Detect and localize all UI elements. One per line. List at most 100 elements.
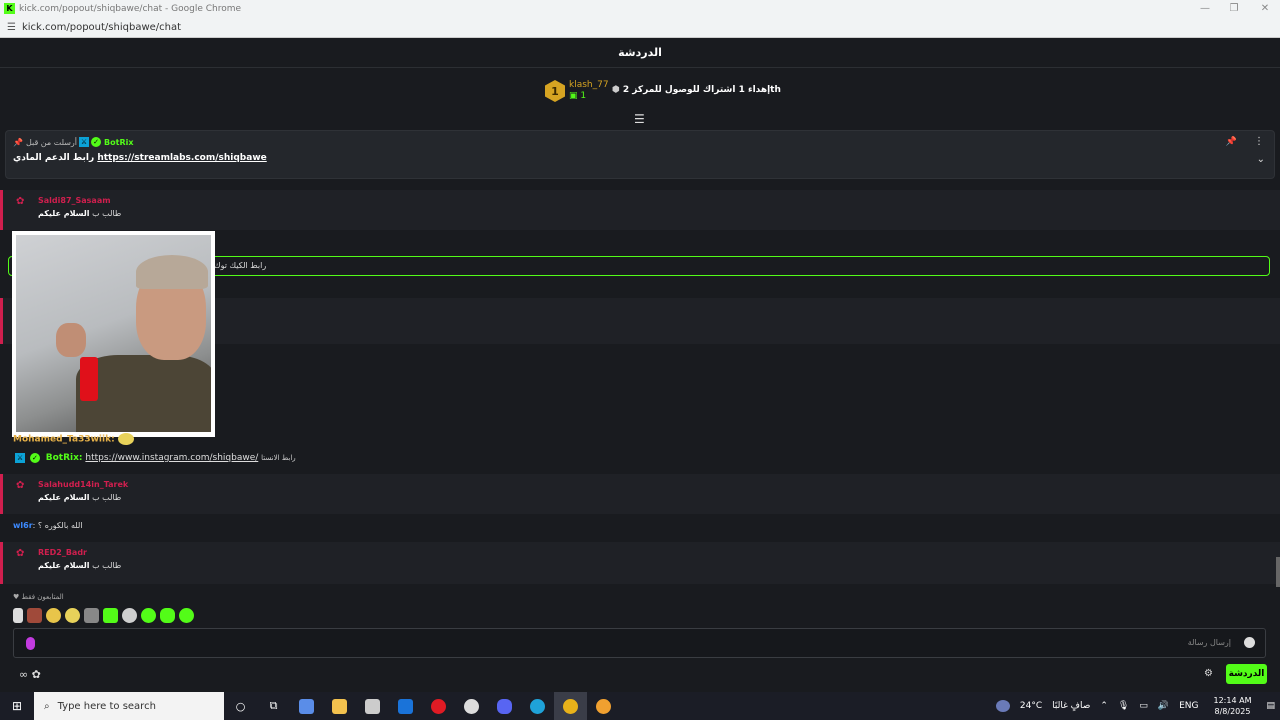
emote-icon[interactable] [122, 608, 137, 623]
webcam-overlay[interactable] [12, 231, 215, 437]
outlook-icon[interactable] [389, 692, 422, 720]
message-username[interactable]: BotRix: [46, 453, 83, 463]
emote-icon[interactable] [160, 608, 175, 623]
chat-message-highlight: ✿ RED2_Badr طالب ب السلام عليكم [0, 542, 1280, 584]
chrome-icon[interactable] [554, 692, 587, 720]
message-username[interactable]: wl6r [13, 521, 33, 530]
leaderboard-count: ▣ 1 [569, 91, 587, 101]
instagram-link[interactable]: https://www.instagram.com/shiqbawe/ [85, 453, 258, 463]
chat-message-highlight: ✿ Saldi87_Sasaam طالب ب السلام عليكم [0, 190, 1280, 230]
language-indicator[interactable]: ENG [1179, 701, 1198, 711]
chevron-down-icon[interactable]: ⌄ [1257, 154, 1265, 165]
chat-input[interactable]: إرسال رسالة [13, 628, 1266, 658]
cortana-icon[interactable]: ○ [224, 692, 257, 720]
emote-icon[interactable] [103, 608, 118, 623]
windows-taskbar: ⊞ ⌕ Type here to search ○ ⧉ 24°C صافٍ غا… [0, 692, 1280, 720]
gift-icon: ✿ [16, 480, 25, 491]
chat-scrollbar[interactable] [1276, 557, 1280, 587]
leaderboard-username: klash_77 [569, 80, 609, 90]
taskbar-search[interactable]: ⌕ Type here to search [34, 692, 224, 720]
pin-small-icon: 📌 [13, 137, 23, 147]
leaderboard-info-text: إهداء 1 اشتراك للوصول للمركز 2 [622, 85, 771, 95]
pinned-text: رابط الدعم المادي https://streamlabs.com… [13, 153, 267, 163]
search-placeholder: Type here to search [57, 700, 156, 712]
window-titlebar: K kick.com/popout/shiqbawe/chat - Google… [0, 0, 1280, 17]
close-window-button[interactable]: ✕ [1250, 0, 1280, 17]
leaderboard-suffix: th [770, 85, 781, 95]
file-explorer-icon[interactable] [323, 692, 356, 720]
emote-icon[interactable] [46, 608, 61, 623]
weather-icon[interactable] [995, 700, 1010, 712]
task-view-icon[interactable]: ⧉ [257, 692, 290, 720]
message-text: طالب ب السلام عليكم [38, 561, 122, 570]
chrome-profile-icon[interactable] [587, 692, 620, 720]
chat-message-plain: ⚔ ✓ BotRix: https://www.instagram.com/sh… [13, 453, 296, 463]
microphone-tray-icon[interactable]: 🎙 [1118, 701, 1129, 711]
emote-icon[interactable] [65, 608, 80, 623]
minimize-button[interactable]: — [1190, 0, 1220, 17]
chevron-up-icon[interactable]: ⌃ [1100, 701, 1108, 711]
emote-icon[interactable] [179, 608, 194, 623]
address-bar[interactable]: ☰ kick.com/popout/shiqbawe/chat [0, 17, 1280, 38]
pinned-username[interactable]: BotRix [104, 138, 133, 147]
rank-badge: 1 [545, 80, 565, 102]
moderator-badge-icon: ⚔ [79, 137, 90, 147]
opera-icon[interactable] [422, 692, 455, 720]
weather-temp[interactable]: 24°C [1020, 701, 1042, 711]
webcam-microphone [80, 357, 98, 401]
network-icon[interactable]: ▭ [1139, 701, 1148, 711]
store-icon[interactable] [356, 692, 389, 720]
volume-icon[interactable]: 🔊 [1158, 701, 1169, 711]
gift-icon: ✿ [16, 196, 25, 207]
gear-icon[interactable]: ⚙ [1204, 668, 1213, 679]
emote-icon[interactable] [13, 608, 23, 623]
clock-date: 8/8/2025 [1214, 707, 1251, 716]
chat-message-plain: wl6r: الله بالكوره ؟ [13, 521, 83, 530]
emoji-icon[interactable] [1244, 637, 1255, 648]
chat-title: الدردشة [618, 46, 662, 59]
infinity-icon[interactable]: ∞ ✿ [19, 668, 41, 681]
more-vertical-icon[interactable]: ⋮ [1254, 136, 1264, 147]
clock-time: 12:14 AM [1213, 696, 1252, 705]
sent-by-label: أرسلت من قبل [25, 137, 78, 147]
chat-send-button[interactable]: الدردشة [1226, 664, 1267, 684]
webcam-feed [16, 235, 211, 432]
gift-icon: ⬢ [612, 85, 620, 95]
pinned-link[interactable]: https://streamlabs.com/shiqbawe [97, 153, 266, 163]
weather-text[interactable]: صافٍ غالبًا [1052, 701, 1090, 711]
emote-icon[interactable] [84, 608, 99, 623]
notifications-icon[interactable]: ▤ [1266, 701, 1275, 711]
system-tray: 24°C صافٍ غالبًا ⌃ 🎙 ▭ 🔊 ENG 12:14 AM 8/… [991, 692, 1280, 720]
message-text: : الله بالكوره ؟ [32, 521, 83, 530]
gift-icon: ✿ [16, 548, 25, 559]
message-username[interactable]: Saldi87_Sasaam [38, 196, 111, 205]
copilot-icon[interactable] [290, 692, 323, 720]
message-username[interactable]: Salahudd14in_Tarek [38, 480, 128, 489]
pinned-message: 📌 أرسلت من قبل ⚔ ✓ BotRix رابط الدعم الم… [5, 130, 1275, 179]
verified-badge-icon: ✓ [29, 453, 40, 463]
chat-input-placeholder: إرسال رسالة [1187, 638, 1231, 647]
windows-start-icon[interactable]: ⊞ [0, 699, 34, 713]
message-text: رابط الانستا [261, 454, 296, 462]
emote-icon[interactable] [141, 608, 156, 623]
collapse-leaderboard-icon[interactable]: ☰ [634, 112, 645, 126]
pinned-label: رابط الدعم المادي [13, 153, 95, 163]
chat-message-plain: Mohamed_Ta33wiik: [13, 433, 134, 445]
url-text: kick.com/popout/shiqbawe/chat [21, 21, 182, 33]
pinned-meta: 📌 أرسلت من قبل ⚔ ✓ BotRix [13, 137, 134, 147]
pin-icon[interactable]: 📌 [1226, 137, 1237, 147]
message-username[interactable]: RED2_Badr [38, 548, 87, 557]
webcam-cap [136, 255, 208, 289]
mic-icon[interactable] [26, 637, 35, 650]
emote-icon[interactable] [27, 608, 42, 623]
chat-message-highlight: ✿ Salahudd14in_Tarek طالب ب السلام عليكم [0, 474, 1280, 514]
restore-button[interactable]: ❐ [1219, 0, 1249, 17]
app-icon[interactable] [455, 692, 488, 720]
edge-icon[interactable] [521, 692, 554, 720]
discord-icon[interactable] [488, 692, 521, 720]
leaderboard-entry[interactable]: 1 klash_77 ▣ 1 [545, 80, 609, 102]
webcam-hand [56, 323, 86, 357]
site-info-icon[interactable]: ☰ [7, 22, 16, 33]
clock[interactable]: 12:14 AM 8/8/2025 [1214, 695, 1252, 717]
message-username[interactable]: Mohamed_Ta33wiik: [13, 435, 115, 445]
